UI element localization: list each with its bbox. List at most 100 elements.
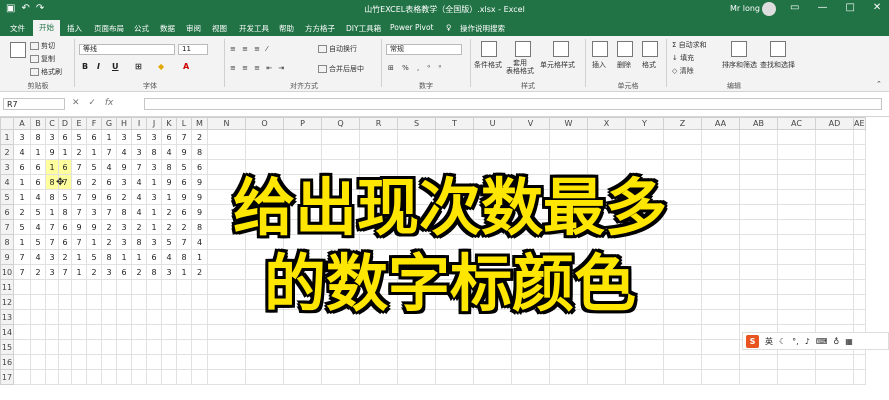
cell[interactable]: 9: [191, 189, 208, 205]
cell[interactable]: [13, 309, 31, 325]
cell[interactable]: [473, 174, 512, 190]
cell[interactable]: 8: [176, 249, 192, 265]
cell[interactable]: [625, 234, 664, 250]
column-header[interactable]: M: [191, 117, 208, 130]
number-format-combo[interactable]: 常规: [386, 44, 462, 55]
cell[interactable]: [13, 279, 31, 295]
cell[interactable]: 7: [176, 234, 192, 250]
cell[interactable]: [131, 369, 147, 385]
tell-me-search[interactable]: 操作说明搜索: [460, 23, 505, 34]
cell[interactable]: [511, 339, 550, 355]
row-header[interactable]: 5: [0, 189, 14, 205]
cell[interactable]: [321, 219, 360, 235]
cell[interactable]: [397, 249, 436, 265]
tab-power-pivot[interactable]: Power Pivot: [390, 23, 433, 32]
cell[interactable]: [283, 159, 322, 175]
cell[interactable]: [176, 294, 192, 310]
cell[interactable]: [71, 294, 87, 310]
cell[interactable]: [625, 174, 664, 190]
cell[interactable]: [549, 219, 588, 235]
minimize-icon[interactable]: —: [817, 2, 827, 13]
cell[interactable]: [853, 279, 866, 295]
cell[interactable]: [321, 324, 360, 340]
cell[interactable]: [176, 339, 192, 355]
cell[interactable]: [245, 249, 284, 265]
cell[interactable]: [473, 339, 512, 355]
keyboard-icon[interactable]: ⌨: [816, 337, 828, 346]
cell[interactable]: [245, 294, 284, 310]
formula-input[interactable]: [144, 98, 882, 110]
cell[interactable]: [131, 324, 147, 340]
row-header[interactable]: 14: [0, 324, 14, 340]
cell[interactable]: [739, 234, 778, 250]
cell[interactable]: [58, 309, 72, 325]
cell[interactable]: [131, 279, 147, 295]
cell[interactable]: [777, 129, 816, 145]
cell[interactable]: [30, 324, 46, 340]
cell[interactable]: [146, 294, 162, 310]
cell[interactable]: [663, 339, 702, 355]
font-size-combo[interactable]: 11: [178, 44, 208, 55]
cell[interactable]: 8: [146, 144, 162, 160]
cell[interactable]: [86, 339, 102, 355]
cell[interactable]: [511, 144, 550, 160]
cell[interactable]: [549, 159, 588, 175]
column-header[interactable]: S: [397, 117, 436, 130]
cell[interactable]: [359, 174, 398, 190]
cell[interactable]: [45, 309, 59, 325]
cell[interactable]: [397, 174, 436, 190]
cell[interactable]: [853, 354, 866, 370]
cell[interactable]: [739, 309, 778, 325]
cell[interactable]: [207, 129, 246, 145]
cell[interactable]: 5: [30, 234, 46, 250]
cell[interactable]: [777, 159, 816, 175]
row-header[interactable]: 10: [0, 264, 14, 280]
column-header[interactable]: H: [116, 117, 132, 130]
cell[interactable]: [45, 369, 59, 385]
cell[interactable]: [146, 369, 162, 385]
cell[interactable]: [101, 339, 117, 355]
cell[interactable]: 5: [131, 129, 147, 145]
cell[interactable]: [511, 369, 550, 385]
cell[interactable]: [71, 369, 87, 385]
cell[interactable]: [245, 264, 284, 280]
cell[interactable]: [701, 264, 740, 280]
column-header[interactable]: E: [71, 117, 87, 130]
column-header[interactable]: AB: [739, 117, 778, 130]
cell[interactable]: [473, 264, 512, 280]
cell[interactable]: [701, 174, 740, 190]
cell[interactable]: 9: [71, 219, 87, 235]
cell[interactable]: 5: [86, 249, 102, 265]
cell[interactable]: [435, 294, 474, 310]
cell[interactable]: [625, 189, 664, 205]
cell[interactable]: [701, 219, 740, 235]
cell[interactable]: 9: [116, 159, 132, 175]
cell[interactable]: [473, 129, 512, 145]
cell[interactable]: [587, 264, 626, 280]
cell[interactable]: 4: [116, 144, 132, 160]
cell[interactable]: [473, 204, 512, 220]
cell[interactable]: [663, 279, 702, 295]
cell[interactable]: [321, 129, 360, 145]
cell[interactable]: [625, 339, 664, 355]
cell[interactable]: [359, 264, 398, 280]
cell[interactable]: 4: [101, 159, 117, 175]
cell[interactable]: [511, 234, 550, 250]
cell[interactable]: [815, 309, 854, 325]
cell[interactable]: [146, 339, 162, 355]
cell[interactable]: [86, 369, 102, 385]
cell[interactable]: [161, 369, 177, 385]
cell[interactable]: 4: [161, 144, 177, 160]
cell[interactable]: [549, 294, 588, 310]
cell[interactable]: [359, 294, 398, 310]
cell[interactable]: [30, 309, 46, 325]
cell[interactable]: [587, 234, 626, 250]
cell[interactable]: [58, 294, 72, 310]
cell[interactable]: [359, 189, 398, 205]
cell[interactable]: [739, 144, 778, 160]
cell[interactable]: [116, 369, 132, 385]
cell[interactable]: 9: [161, 174, 177, 190]
cell[interactable]: [549, 279, 588, 295]
column-header[interactable]: V: [511, 117, 550, 130]
cell[interactable]: [13, 294, 31, 310]
